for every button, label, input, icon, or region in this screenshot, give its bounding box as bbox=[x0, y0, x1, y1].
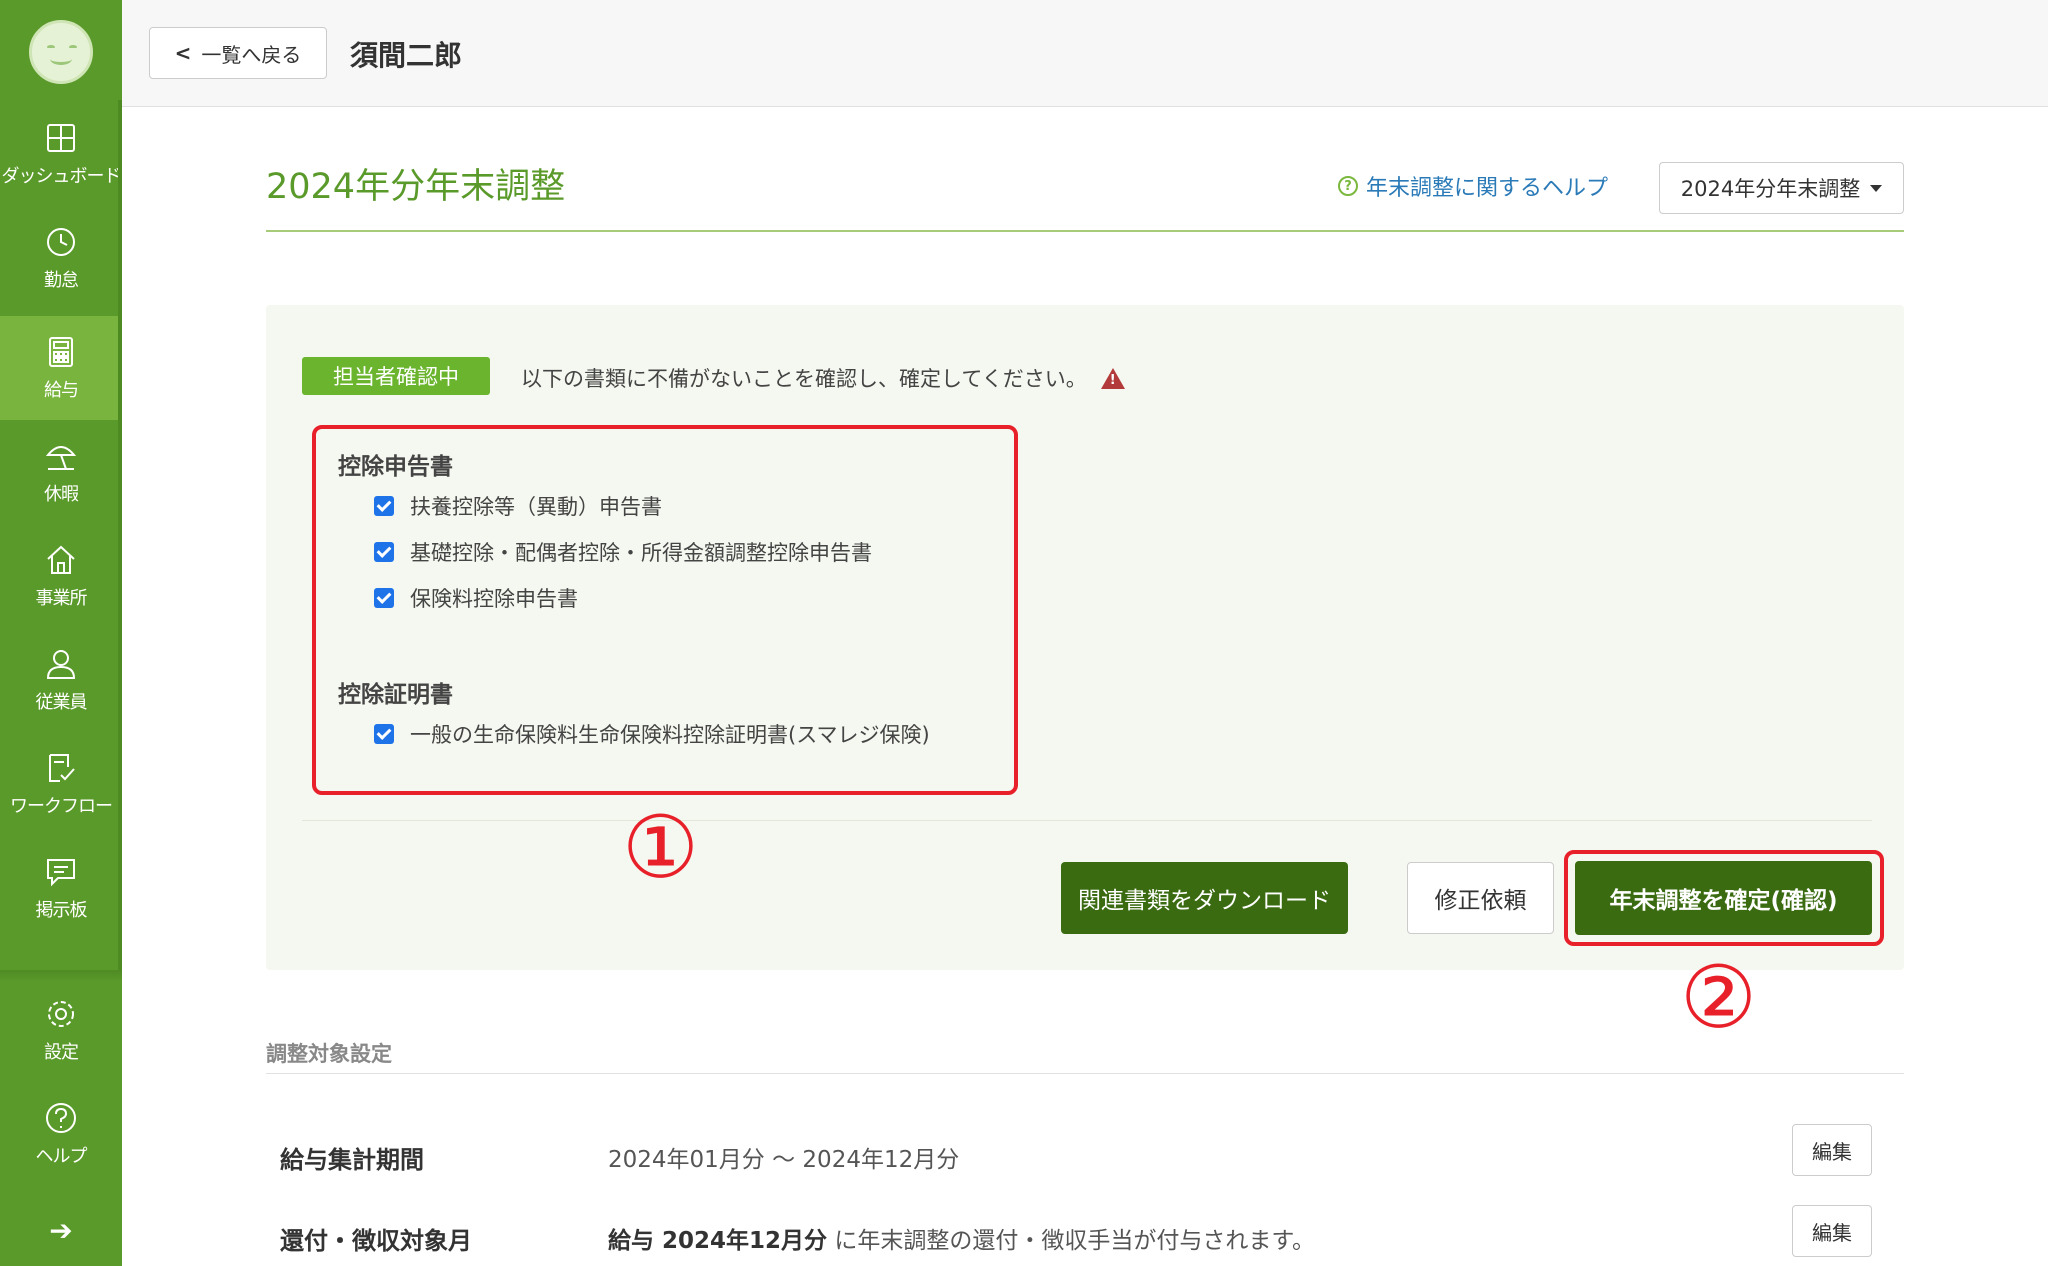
sidebar-item-office[interactable]: 事業所 bbox=[0, 524, 122, 628]
revision-request-button[interactable]: 修正依頼 bbox=[1407, 862, 1554, 934]
sidebar-item-help[interactable]: ヘルプ bbox=[0, 1082, 122, 1186]
question-circle-icon: ? bbox=[1338, 176, 1358, 196]
status-badge: 担当者確認中 bbox=[302, 357, 490, 395]
panel-divider bbox=[302, 820, 1872, 821]
checklist-icon bbox=[43, 750, 79, 786]
section-heading-deduction-certificate: 控除証明書 bbox=[338, 682, 453, 708]
adjustment-value-emphasis: 給与 2024年12月分 bbox=[608, 1228, 828, 1254]
sidebar-item-label: 勤怠 bbox=[44, 270, 79, 291]
checkbox-checked[interactable] bbox=[374, 588, 394, 608]
status-message-text: 以下の書類に不備がないことを確認し、確定してください。 bbox=[521, 367, 1087, 391]
adjustment-label: 給与集計期間 bbox=[280, 1146, 424, 1174]
sidebar-item-label: 設定 bbox=[44, 1042, 79, 1063]
edit-button[interactable]: 編集 bbox=[1792, 1124, 1872, 1176]
dashboard-icon bbox=[43, 120, 79, 156]
document-list-highlight: 控除申告書 扶養控除等（異動）申告書 基礎控除・配偶者控除・所得金額調整控除申告… bbox=[312, 425, 1018, 795]
document-label: 一般の生命保険料生命保険料控除証明書(スマレジ保険) bbox=[410, 723, 930, 747]
sidebar-item-employees[interactable]: 従業員 bbox=[0, 628, 122, 732]
help-link[interactable]: ? 年末調整に関するヘルプ bbox=[1338, 170, 1608, 202]
checkbox-checked[interactable] bbox=[374, 496, 394, 516]
sidebar-scrollbar[interactable] bbox=[118, 100, 122, 980]
chevron-left-icon: < bbox=[174, 41, 192, 65]
back-button-label: 一覧へ戻る bbox=[201, 42, 302, 67]
sidebar-collapse-arrow-icon[interactable]: ➔ bbox=[0, 1200, 122, 1260]
sidebar-item-dashboard[interactable]: ダッシュボード bbox=[0, 102, 122, 206]
message-board-icon bbox=[43, 854, 79, 890]
sidebar-item-workflow[interactable]: ワークフロー bbox=[0, 732, 122, 836]
document-label: 保険料控除申告書 bbox=[410, 587, 578, 611]
annotation-number-2: ② bbox=[1680, 948, 1758, 1048]
sidebar-item-label: 事業所 bbox=[35, 588, 88, 609]
checkbox-checked[interactable] bbox=[374, 542, 394, 562]
sidebar-item-leave[interactable]: 休暇 bbox=[0, 420, 122, 524]
person-icon bbox=[43, 646, 79, 682]
annotation-number-1: ① bbox=[622, 798, 700, 898]
document-label: 基礎控除・配偶者控除・所得金額調整控除申告書 bbox=[410, 541, 872, 565]
back-to-list-button[interactable]: < 一覧へ戻る bbox=[149, 27, 327, 79]
sidebar-item-payroll[interactable]: 給与 bbox=[0, 316, 122, 420]
status-message: 以下の書類に不備がないことを確認し、確定してください。 ! bbox=[521, 363, 1125, 393]
calculator-icon bbox=[43, 334, 79, 370]
adjustment-value-rest: に年末調整の還付・徴収手当が付与されます。 bbox=[827, 1228, 1316, 1254]
sidebar-item-settings[interactable]: 設定 bbox=[0, 978, 122, 1082]
sidebar-item-label: 従業員 bbox=[35, 692, 88, 713]
sidebar-item-label: 掲示板 bbox=[35, 900, 88, 921]
beach-umbrella-icon bbox=[43, 438, 79, 474]
confirm-year-end-adjustment-button[interactable]: 年末調整を確定(確認) bbox=[1575, 861, 1872, 935]
adjustment-settings-title: 調整対象設定 bbox=[266, 1042, 392, 1066]
page-title: 2024年分年末調整 bbox=[266, 167, 566, 207]
logo-smiley-icon[interactable] bbox=[29, 20, 93, 84]
adjustment-value: 給与 2024年12月分 に年末調整の還付・徴収手当が付与されます。 bbox=[608, 1221, 1315, 1255]
year-select-value: 2024年分年末調整 bbox=[1680, 177, 1861, 201]
year-select[interactable]: 2024年分年末調整 bbox=[1659, 162, 1904, 214]
sidebar-item-label: 給与 bbox=[44, 380, 79, 401]
edit-button[interactable]: 編集 bbox=[1792, 1205, 1872, 1257]
sidebar-item-label: ヘルプ bbox=[35, 1146, 88, 1167]
sidebar-item-label: ワークフロー bbox=[10, 796, 113, 817]
help-icon bbox=[43, 1100, 79, 1136]
document-label: 扶養控除等（異動）申告書 bbox=[410, 495, 662, 519]
section-heading-deduction-declaration: 控除申告書 bbox=[338, 454, 453, 480]
adjustment-row-refund-month: 還付・徴収対象月 給与 2024年12月分 に年末調整の還付・徴収手当が付与され… bbox=[266, 1205, 1904, 1265]
sidebar-item-bulletin[interactable]: 掲示板 bbox=[0, 836, 122, 940]
caret-down-icon bbox=[1870, 184, 1883, 192]
clock-icon bbox=[43, 224, 79, 260]
page-header: < 一覧へ戻る 須間二郎 bbox=[122, 0, 2048, 107]
adjustment-divider bbox=[266, 1073, 1904, 1074]
sidebar-item-label: 休暇 bbox=[44, 484, 79, 505]
title-divider bbox=[266, 230, 1904, 232]
adjustment-label: 還付・徴収対象月 bbox=[280, 1227, 472, 1255]
adjustment-value: 2024年01月分 〜 2024年12月分 bbox=[608, 1147, 960, 1173]
document-item[interactable]: 一般の生命保険料生命保険料控除証明書(スマレジ保険) bbox=[374, 719, 930, 749]
download-documents-button[interactable]: 関連書類をダウンロード bbox=[1061, 862, 1348, 934]
gear-icon bbox=[43, 996, 79, 1032]
adjustment-row-payroll-period: 給与集計期間 2024年01月分 〜 2024年12月分 編集 bbox=[266, 1124, 1904, 1184]
document-item[interactable]: 基礎控除・配偶者控除・所得金額調整控除申告書 bbox=[374, 537, 872, 567]
warning-icon: ! bbox=[1100, 367, 1125, 389]
sidebar: ダッシュボード 勤怠 給与 休暇 事業所 従業員 ワークフロー 掲示板 設定 ヘ… bbox=[0, 0, 122, 1266]
sidebar-item-attendance[interactable]: 勤怠 bbox=[0, 206, 122, 310]
confirmation-panel: 担当者確認中 以下の書類に不備がないことを確認し、確定してください。 ! 控除申… bbox=[266, 305, 1904, 970]
checkbox-checked[interactable] bbox=[374, 724, 394, 744]
help-link-label: 年末調整に関するヘルプ bbox=[1366, 176, 1609, 201]
employee-name: 須間二郎 bbox=[350, 39, 463, 72]
document-item[interactable]: 扶養控除等（異動）申告書 bbox=[374, 491, 662, 521]
sidebar-item-label: ダッシュボード bbox=[1, 166, 122, 187]
document-item[interactable]: 保険料控除申告書 bbox=[374, 583, 578, 613]
home-icon bbox=[43, 542, 79, 578]
